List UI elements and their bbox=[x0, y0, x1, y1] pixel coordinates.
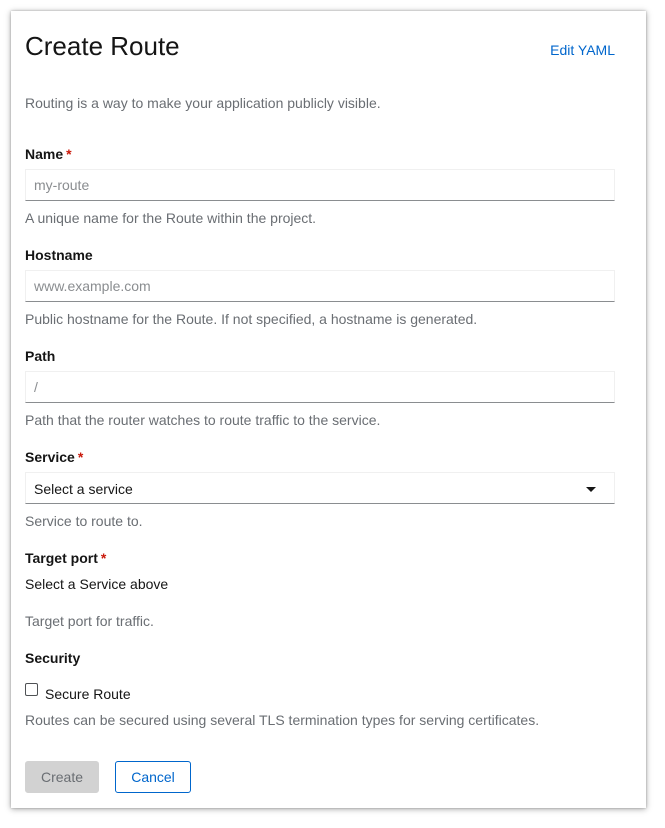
service-label-text: Service bbox=[25, 449, 75, 465]
security-label: Security bbox=[25, 650, 81, 666]
hostname-help: Public hostname for the Route. If not sp… bbox=[25, 311, 478, 327]
path-help: Path that the router watches to route tr… bbox=[25, 412, 381, 428]
service-required-mark: * bbox=[77, 449, 84, 465]
intro-text: Routing is a way to make your applicatio… bbox=[25, 95, 381, 111]
security-help: Routes can be secured using several TLS … bbox=[25, 712, 540, 728]
path-label: Path bbox=[25, 348, 56, 364]
edit-yaml-link[interactable]: Edit YAML bbox=[550, 41, 615, 59]
target-port-help: Target port for traffic. bbox=[25, 613, 154, 629]
secure-route-label[interactable]: Secure Route bbox=[45, 685, 131, 703]
name-input[interactable] bbox=[25, 169, 615, 201]
target-port-value: Select a Service above bbox=[25, 576, 169, 592]
name-label-text: Name bbox=[25, 146, 64, 162]
name-required-mark: * bbox=[66, 146, 72, 162]
hostname-input[interactable] bbox=[25, 270, 615, 302]
cancel-button[interactable]: Cancel bbox=[115, 761, 191, 793]
hostname-label: Hostname bbox=[25, 247, 93, 263]
create-route-panel: Create Route Edit YAML Routing is a way … bbox=[11, 11, 646, 808]
target-port-label-text: Target port bbox=[25, 550, 98, 566]
service-select-value: Select a service bbox=[34, 481, 133, 497]
create-button[interactable]: Create bbox=[25, 761, 99, 793]
service-label: Service * bbox=[25, 448, 83, 466]
secure-route-checkbox[interactable] bbox=[25, 683, 38, 696]
target-port-required-mark: * bbox=[100, 550, 107, 566]
path-input[interactable] bbox=[25, 371, 615, 403]
caret-down-icon bbox=[586, 487, 596, 492]
target-port-label: Target port * bbox=[25, 549, 106, 567]
name-label: Name * bbox=[25, 145, 72, 163]
name-help: A unique name for the Route within the p… bbox=[25, 210, 317, 226]
service-select[interactable]: Select a service bbox=[25, 472, 615, 504]
page-title: Create Route bbox=[25, 31, 180, 61]
service-help: Service to route to. bbox=[25, 513, 143, 529]
